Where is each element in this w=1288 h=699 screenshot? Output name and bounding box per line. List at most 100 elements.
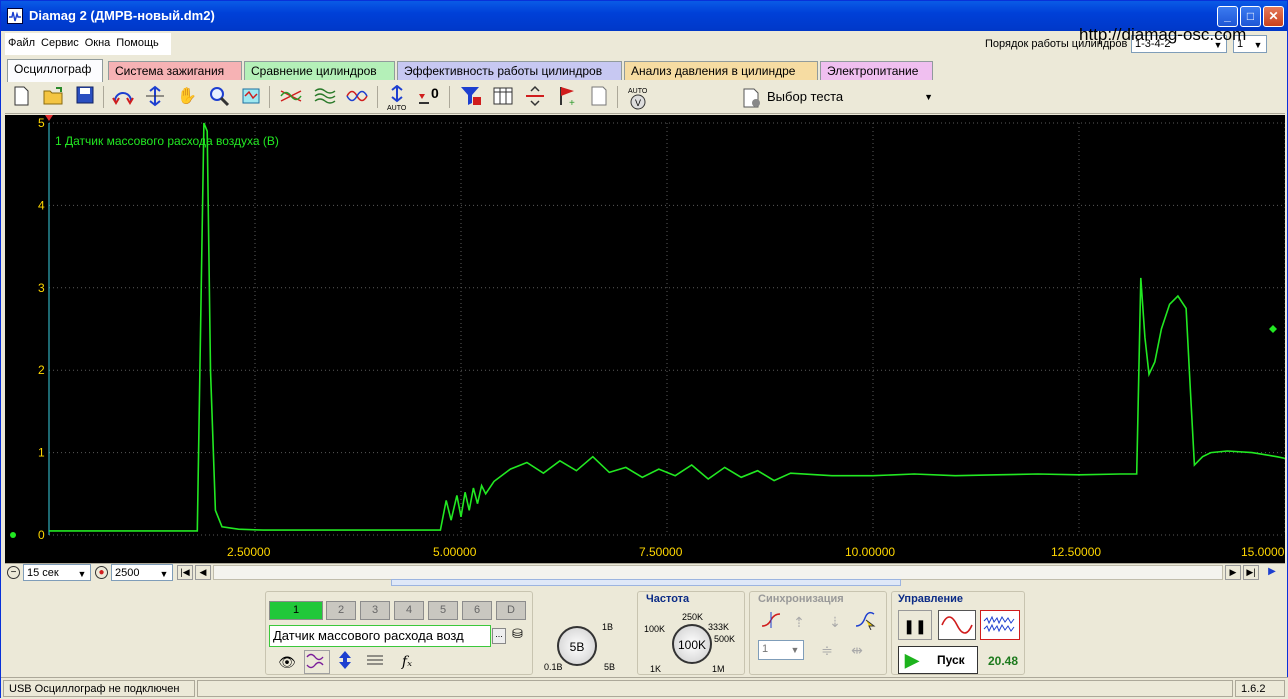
y-tick-label: 2 xyxy=(38,363,45,377)
filter-icon[interactable] xyxy=(459,85,483,109)
zero-level-marker xyxy=(10,532,16,538)
menu-file[interactable]: Файл xyxy=(5,33,38,53)
fps-readout: 20.48 xyxy=(988,654,1019,668)
maximize-button[interactable]: □ xyxy=(1240,6,1261,27)
menu-windows[interactable]: Окна xyxy=(82,33,114,53)
x-tick-label: 15.0000 xyxy=(1241,545,1285,559)
new-file-icon[interactable] xyxy=(9,85,33,109)
channel-1-button[interactable]: 1 xyxy=(269,601,323,620)
hand-icon[interactable]: ✋ xyxy=(175,85,199,109)
noise-mode-icon[interactable] xyxy=(980,610,1020,640)
channel-6-button[interactable]: 6 xyxy=(462,601,492,620)
close-button[interactable]: ✕ xyxy=(1263,6,1284,27)
toolbar-separator xyxy=(377,86,378,108)
frequency-knob[interactable]: 100K xyxy=(672,624,712,664)
points-value: 2500 xyxy=(115,567,140,579)
test-select[interactable]: Выбор теста ▼ xyxy=(737,85,939,109)
time-scale-value: 15 сек xyxy=(27,567,59,579)
voltage-top-label: 1В xyxy=(602,622,614,632)
test-select-label: Выбор теста xyxy=(767,89,844,104)
sync-level-icon[interactable]: ≑ xyxy=(814,638,840,662)
prev-page-icon[interactable]: ◀ xyxy=(195,565,211,580)
points-icon[interactable]: ● xyxy=(95,566,108,579)
sine-mode-icon[interactable] xyxy=(938,610,976,640)
flag-icon[interactable]: + xyxy=(555,85,579,109)
time-scale-select[interactable]: 15 сек ▼ xyxy=(23,564,91,581)
voltage-min-label: 0.1В xyxy=(544,662,563,672)
x-tick-label: 2.50000 xyxy=(227,545,271,559)
zero-offset-icon[interactable]: 0 xyxy=(417,85,441,109)
y-tick-label: 0 xyxy=(38,528,45,542)
channel-2-button[interactable]: 2 xyxy=(326,601,356,620)
eye-icon[interactable]: 👁 xyxy=(274,650,300,674)
sync-channel-select[interactable]: 1 ▼ xyxy=(758,640,804,660)
tab-cylinder-efficiency[interactable]: Эффективность работы цилиндров xyxy=(397,61,622,80)
sync-cursor-icon[interactable] xyxy=(852,610,878,634)
wave-compare-icon[interactable] xyxy=(345,85,369,109)
sensor-settings-icon[interactable]: ⛁ xyxy=(512,626,530,646)
vertical-offset-icon[interactable] xyxy=(332,650,358,674)
next-page-icon[interactable]: ▶ xyxy=(1225,565,1241,580)
lines-icon[interactable] xyxy=(362,650,388,674)
points-select[interactable]: 2500 ▼ xyxy=(111,564,173,581)
tab-oscilloscope[interactable]: Осциллограф xyxy=(7,59,103,82)
channel-4-button[interactable]: 4 xyxy=(394,601,424,620)
tab-power-supply[interactable]: Электропитание xyxy=(820,61,933,80)
tab-pressure-analysis[interactable]: Анализ давления в цилиндре xyxy=(624,61,818,80)
tab-ignition[interactable]: Система зажигания xyxy=(108,61,242,80)
splitter-handle[interactable] xyxy=(391,579,901,586)
vertical-zoom-icon[interactable] xyxy=(143,85,167,109)
sensor-name-field[interactable]: Датчик массового расхода возд xyxy=(269,625,491,647)
minimize-button[interactable]: _ xyxy=(1217,6,1238,27)
voltage-knob[interactable]: 5В xyxy=(557,626,597,666)
start-button-label: Пуск xyxy=(937,653,965,667)
toolbar-separator xyxy=(449,86,450,108)
frequency-label-100k: 100K xyxy=(644,624,666,634)
auto-voltage-label: AUTO xyxy=(628,88,648,95)
chevron-down-icon: ▼ xyxy=(159,569,169,579)
split-icon[interactable] xyxy=(523,85,547,109)
cross-wave-icon[interactable] xyxy=(279,85,303,109)
website-url[interactable]: http://diamag-osc.com xyxy=(1079,25,1246,45)
play-right-icon[interactable]: ▶ xyxy=(1263,565,1281,580)
auto-voltage-icon[interactable]: AUTO V xyxy=(625,85,649,110)
fit-icon[interactable] xyxy=(239,85,263,109)
function-icon[interactable]: fₓ xyxy=(394,650,420,674)
menu-service[interactable]: Сервис xyxy=(38,33,82,53)
auto-scale-icon[interactable]: AUTO xyxy=(385,84,409,112)
x-tick-label: 10.00000 xyxy=(845,545,895,559)
sync-up-icon[interactable]: ⇡ xyxy=(786,610,812,634)
app-icon xyxy=(7,8,23,24)
y-tick-label: 1 xyxy=(38,446,45,460)
open-folder-icon[interactable] xyxy=(41,85,65,109)
sync-down-icon[interactable]: ⇣ xyxy=(822,610,848,634)
signal-line xyxy=(49,122,1286,532)
horizontal-zoom-icon[interactable] xyxy=(111,85,135,109)
zoom-out-icon[interactable]: − xyxy=(7,566,20,579)
note-icon[interactable] xyxy=(587,85,611,109)
pause-icon[interactable]: ❚❚ xyxy=(898,610,932,640)
channel-3-button[interactable]: 3 xyxy=(360,601,390,620)
channel-digital-button[interactable]: D xyxy=(496,601,526,620)
start-button[interactable]: ▶ Пуск xyxy=(898,646,978,674)
inverse-wave-icon[interactable] xyxy=(304,650,330,674)
window-title: Diamag 2 (ДМРВ-новый.dm2) xyxy=(29,8,215,23)
sync-offset-icon[interactable]: ⇹ xyxy=(844,638,870,662)
scrollbar-track[interactable] xyxy=(213,565,1223,580)
save-icon[interactable] xyxy=(73,85,97,109)
chevron-down-icon: ▼ xyxy=(790,645,800,655)
voltage-max-label: 5В xyxy=(604,662,616,672)
first-page-icon[interactable]: |◀ xyxy=(177,565,193,580)
magnifier-icon[interactable] xyxy=(207,85,231,109)
table-icon[interactable] xyxy=(491,85,515,109)
sensor-more-button[interactable]: ... xyxy=(492,628,506,644)
tab-cylinder-compare[interactable]: Сравнение цилиндров xyxy=(244,61,395,80)
channel-group: 1 2 3 4 5 6 D Датчик массового расхода в… xyxy=(265,591,615,675)
last-page-icon[interactable]: ▶| xyxy=(1243,565,1259,580)
wave-stack-icon[interactable] xyxy=(313,85,337,109)
channel-5-button[interactable]: 5 xyxy=(428,601,458,620)
menu-help[interactable]: Помощь xyxy=(113,33,162,53)
sync-rising-icon[interactable] xyxy=(758,610,784,634)
oscilloscope-plot[interactable]: 2.50000 5.00000 7.50000 10.00000 12.50000 15.… xyxy=(5,115,1286,563)
frequency-label-1k: 1K xyxy=(650,664,662,674)
